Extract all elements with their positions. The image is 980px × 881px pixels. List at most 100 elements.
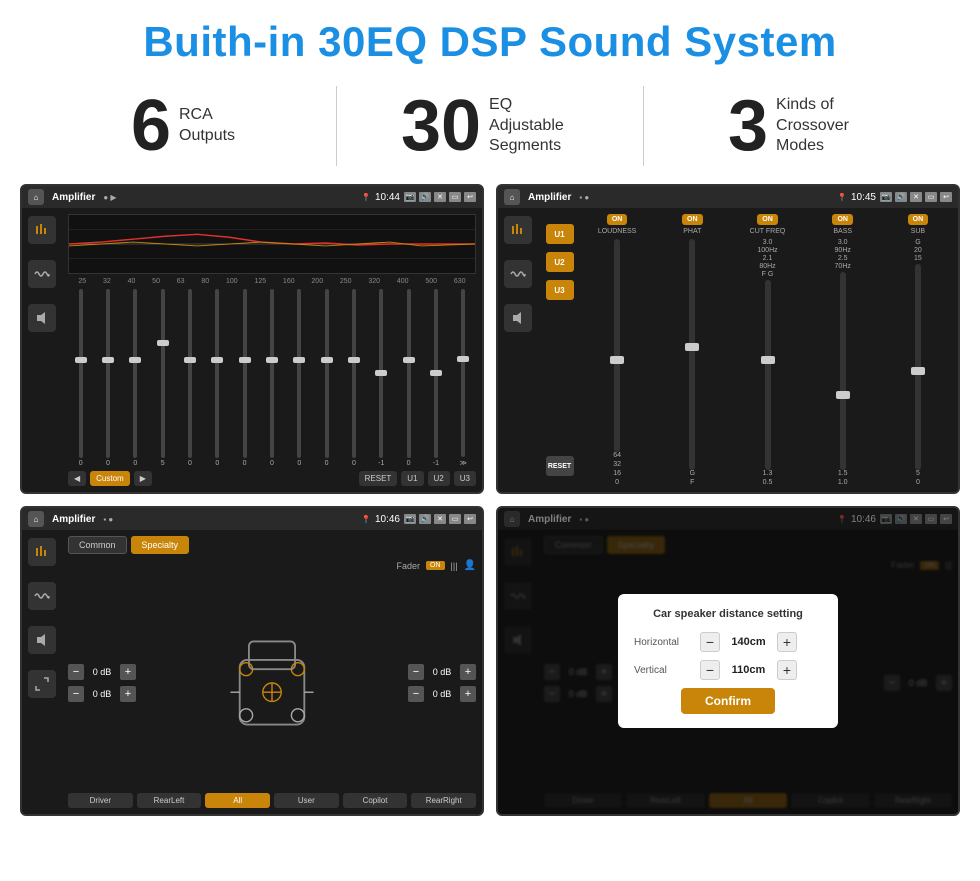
time-1: 10:44 xyxy=(375,192,400,203)
horizontal-plus-btn[interactable]: + xyxy=(777,632,797,652)
fader-label: Fader xyxy=(397,561,421,571)
preset-u2[interactable]: U2 xyxy=(546,252,574,272)
expand-icon-btn-3[interactable] xyxy=(28,670,56,698)
eq-slider-col: ≫ xyxy=(451,289,476,467)
eq-slider-thumb[interactable] xyxy=(293,357,305,363)
rect-icon-2: ▭ xyxy=(925,192,937,202)
tab-common[interactable]: Common xyxy=(68,536,127,554)
eq-slider-col: 0 xyxy=(259,289,284,467)
bass-thumb[interactable] xyxy=(836,391,850,399)
on-btn-sub[interactable]: ON xyxy=(908,214,929,225)
u1-button-1[interactable]: U1 xyxy=(401,471,423,486)
stat-number-rca: 6 xyxy=(131,90,171,162)
eq-slider-thumb[interactable] xyxy=(239,357,251,363)
plus-btn-2[interactable]: + xyxy=(120,686,136,702)
all-btn[interactable]: All xyxy=(205,793,270,808)
sub-thumb[interactable] xyxy=(911,367,925,375)
back-icon-2[interactable]: ↩ xyxy=(940,192,952,202)
eq-nav-bar: ◀ Custom ▶ RESET U1 U2 U3 xyxy=(68,471,476,486)
driver-btn[interactable]: Driver xyxy=(68,793,133,808)
preset-u1[interactable]: U1 xyxy=(546,224,574,244)
home-icon-3[interactable]: ⌂ xyxy=(28,511,44,527)
user-btn[interactable]: User xyxy=(274,793,339,808)
home-icon-2[interactable]: ⌂ xyxy=(504,189,520,205)
cutfreq-values: 1.30.5 xyxy=(763,470,773,486)
eq-slider-thumb[interactable] xyxy=(403,357,415,363)
eq-graph xyxy=(68,214,476,274)
back-icon-3[interactable]: ↩ xyxy=(464,514,476,524)
stat-eq: 30 EQ AdjustableSegments xyxy=(367,90,613,162)
on-badge[interactable]: ON xyxy=(426,561,445,570)
eq-slider-col: 0 xyxy=(287,289,312,467)
horizontal-minus-btn[interactable]: − xyxy=(700,632,720,652)
back-icon-1[interactable]: ↩ xyxy=(464,192,476,202)
speaker-icon-btn-3[interactable] xyxy=(28,626,56,654)
vol-value-3: 0 dB xyxy=(428,667,456,677)
eq-slider-thumb[interactable] xyxy=(102,357,114,363)
speaker-icon-btn[interactable] xyxy=(28,304,56,332)
eq-icon-btn-3[interactable] xyxy=(28,538,56,566)
dialog-row-vertical: Vertical − 110cm + xyxy=(634,660,822,680)
eq-slider-col: -1 xyxy=(423,289,448,467)
reset-button-1[interactable]: RESET xyxy=(359,471,398,486)
on-btn-cutfreq[interactable]: ON xyxy=(757,214,778,225)
minus-btn-2[interactable]: − xyxy=(68,686,84,702)
on-btn-phat[interactable]: ON xyxy=(682,214,703,225)
label-bass: BASS xyxy=(833,228,852,235)
plus-btn-4[interactable]: + xyxy=(460,686,476,702)
eq-slider-thumb[interactable] xyxy=(211,357,223,363)
custom-button[interactable]: Custom xyxy=(90,471,130,486)
eq-slider-thumb[interactable] xyxy=(430,370,442,376)
eq-slider-thumb[interactable] xyxy=(348,357,360,363)
eq-icon-btn[interactable] xyxy=(28,216,56,244)
on-btn-bass[interactable]: ON xyxy=(832,214,853,225)
phat-values: GF xyxy=(690,470,695,486)
screen-speaker: ⌂ Amplifier ▪ ● 📍 10:46 📷 🔊 ✕ ▭ ↩ xyxy=(20,506,484,816)
speaker-icon-btn-2[interactable] xyxy=(504,304,532,332)
loudness-thumb[interactable] xyxy=(610,356,624,364)
minus-btn-4[interactable]: − xyxy=(408,686,424,702)
rearright-btn[interactable]: RearRight xyxy=(411,793,476,808)
minus-btn-3[interactable]: − xyxy=(408,664,424,680)
eq-slider-thumb[interactable] xyxy=(321,357,333,363)
eq-slider-thumb[interactable] xyxy=(184,357,196,363)
on-btn-loudness[interactable]: ON xyxy=(607,214,628,225)
eq-slider-col: 0 xyxy=(341,289,366,467)
eq-slider-thumb[interactable] xyxy=(457,356,469,362)
wave-icon-btn[interactable] xyxy=(28,260,56,288)
prev-button[interactable]: ◀ xyxy=(68,471,86,486)
eq-icon-btn-2[interactable] xyxy=(504,216,532,244)
phat-thumb[interactable] xyxy=(685,343,699,351)
eq-slider-thumb[interactable] xyxy=(129,357,141,363)
cutfreq-thumb[interactable] xyxy=(761,356,775,364)
home-icon-1[interactable]: ⌂ xyxy=(28,189,44,205)
rearleft-btn[interactable]: RearLeft xyxy=(137,793,202,808)
plus-btn-1[interactable]: + xyxy=(120,664,136,680)
label-phat: PHAT xyxy=(683,228,701,235)
screen-mixer: ⌂ Amplifier ▪ ● 📍 10:45 📷 🔊 ✕ ▭ ↩ xyxy=(496,184,960,494)
channel-loudness: ON LOUDNESS 6432160 xyxy=(581,214,653,486)
wave-icon-btn-2[interactable] xyxy=(504,260,532,288)
u2-button-1[interactable]: U2 xyxy=(428,471,450,486)
tab-specialty[interactable]: Specialty xyxy=(131,536,190,554)
vertical-minus-btn[interactable]: − xyxy=(700,660,720,680)
eq-slider-thumb[interactable] xyxy=(157,340,169,346)
label-sub: SUB xyxy=(911,228,925,235)
close-icon-1: ✕ xyxy=(434,192,446,202)
eq-slider-thumb[interactable] xyxy=(75,357,87,363)
eq-slider-thumb[interactable] xyxy=(266,357,278,363)
reset-btn-2[interactable]: RESET xyxy=(546,456,574,476)
confirm-button[interactable]: Confirm xyxy=(681,688,775,714)
horizontal-label: Horizontal xyxy=(634,637,694,648)
u3-button-1[interactable]: U3 xyxy=(454,471,476,486)
minus-btn-1[interactable]: − xyxy=(68,664,84,680)
plus-btn-3[interactable]: + xyxy=(460,664,476,680)
close-icon-3: ✕ xyxy=(434,514,446,524)
copilot-btn[interactable]: Copilot xyxy=(343,793,408,808)
eq-slider-thumb[interactable] xyxy=(375,370,387,376)
play-button[interactable]: ▶ xyxy=(134,471,152,486)
mixer-presets: U1 U2 U3 RESET xyxy=(542,214,577,486)
vertical-plus-btn[interactable]: + xyxy=(777,660,797,680)
wave-icon-btn-3[interactable] xyxy=(28,582,56,610)
preset-u3[interactable]: U3 xyxy=(546,280,574,300)
